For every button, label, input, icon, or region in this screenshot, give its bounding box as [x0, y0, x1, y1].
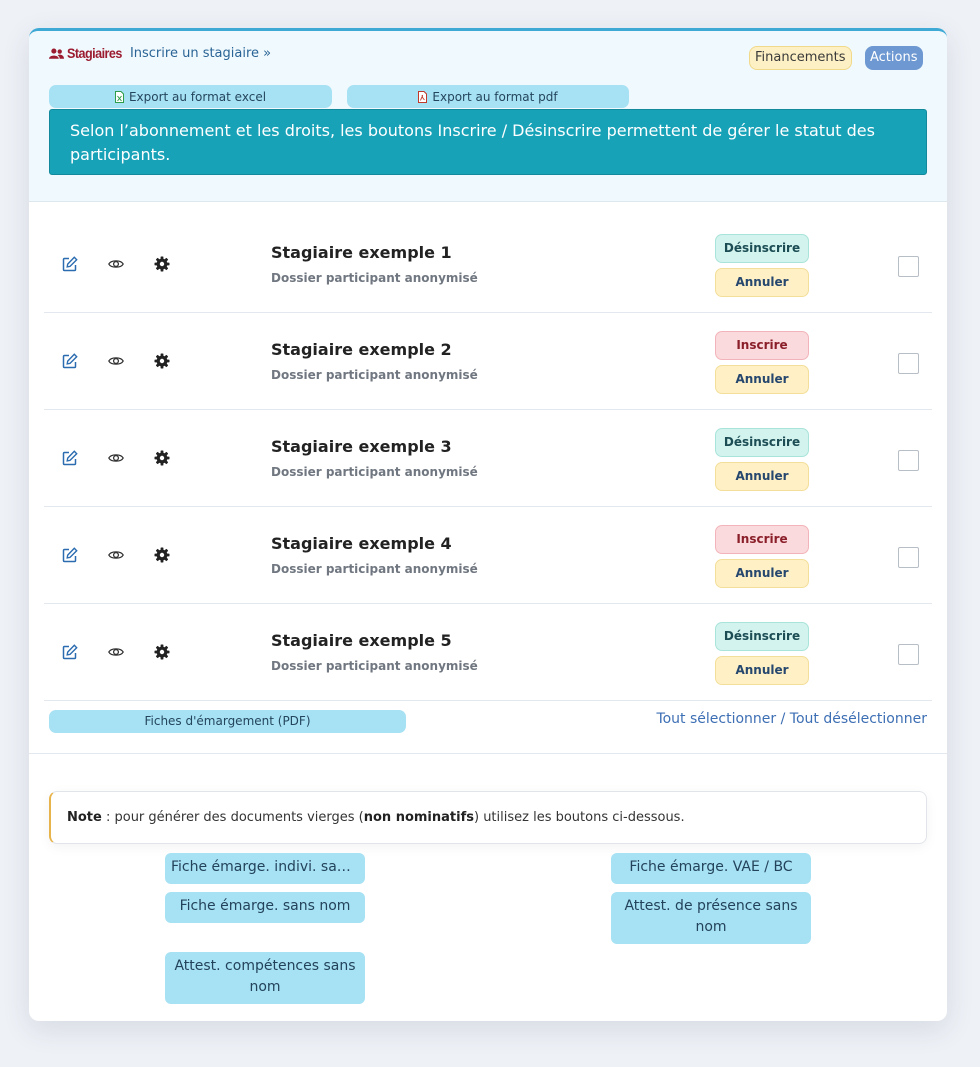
card-header: Stagiaires Inscrire un stagiaire » Finan… — [29, 31, 947, 202]
export-pdf-button[interactable]: Export au format pdf — [347, 85, 629, 108]
title-row: Stagiaires Inscrire un stagiaire » — [49, 45, 271, 61]
participant-subtitle: Dossier participant anonymisé — [271, 562, 478, 576]
note-prefix: Note — [67, 810, 102, 825]
gear-icon[interactable] — [154, 256, 170, 272]
financements-button[interactable]: Financements — [749, 46, 852, 70]
note-bold: non nominatifs — [363, 810, 474, 825]
blank-vae-bc-sheet-button[interactable]: Fiche émarge. VAE / BC — [611, 853, 811, 884]
blank-individual-sheet-button[interactable]: Fiche émarge. indivi. sans nom — [165, 853, 365, 884]
participant-row-3: Stagiaire exemple 3 Dossier participant … — [44, 410, 932, 507]
cancel-button[interactable]: Annuler — [715, 268, 809, 297]
eye-icon[interactable] — [108, 256, 124, 272]
participant-name: Stagiaire exemple 2 — [271, 340, 452, 359]
note-box: Note : pour générer des documents vierge… — [49, 791, 927, 844]
subscribe-button[interactable]: Inscrire — [715, 525, 809, 554]
cancel-button[interactable]: Annuler — [715, 365, 809, 394]
unsubscribe-button[interactable]: Désinscrire — [715, 428, 809, 457]
row-checkbox[interactable] — [898, 256, 919, 277]
unsubscribe-button[interactable]: Désinscrire — [715, 622, 809, 651]
edit-icon[interactable] — [62, 644, 78, 660]
export-excel-label: Export au format excel — [128, 89, 267, 104]
gear-icon[interactable] — [154, 450, 170, 466]
unsubscribe-button[interactable]: Désinscrire — [715, 234, 809, 263]
blank-sheet-button[interactable]: Fiche émarge. sans nom — [165, 892, 365, 923]
participant-row-5: Stagiaire exemple 5 Dossier participant … — [44, 604, 932, 701]
participants-card: Stagiaires Inscrire un stagiaire » Finan… — [29, 28, 947, 1021]
select-all-link[interactable]: Tout sélectionner / Tout désélectionner — [656, 711, 927, 727]
row-checkbox[interactable] — [898, 644, 919, 665]
eye-icon[interactable] — [108, 450, 124, 466]
info-banner: Selon l’abonnement et les droits, les bo… — [49, 109, 927, 175]
subscribe-trainee-link[interactable]: Inscrire un stagiaire » — [130, 46, 271, 61]
blank-skills-attestation-button[interactable]: Attest. compétences sans nom — [165, 952, 365, 1004]
actions-button[interactable]: Actions — [865, 46, 923, 70]
users-icon — [49, 48, 64, 59]
attendance-sheets-pdf-button[interactable]: Fiches d'émargement (PDF) — [49, 710, 406, 733]
page-title: Stagiaires — [67, 45, 122, 61]
note-text-after: ) utilisez les boutons ci-dessous. — [473, 810, 685, 825]
edit-icon[interactable] — [62, 353, 78, 369]
participant-subtitle: Dossier participant anonymisé — [271, 368, 478, 382]
participants-list: Stagiaire exemple 1 Dossier participant … — [44, 216, 932, 701]
participant-subtitle: Dossier participant anonymisé — [271, 271, 478, 285]
edit-icon[interactable] — [62, 547, 78, 563]
cancel-button[interactable]: Annuler — [715, 656, 809, 685]
gear-icon[interactable] — [154, 353, 170, 369]
blank-presence-attestation-button[interactable]: Attest. de présence sans nom — [611, 892, 811, 944]
participant-name: Stagiaire exemple 3 — [271, 437, 452, 456]
eye-icon[interactable] — [108, 644, 124, 660]
participant-name: Stagiaire exemple 4 — [271, 534, 452, 553]
participant-row-4: Stagiaire exemple 4 Dossier participant … — [44, 507, 932, 604]
edit-icon[interactable] — [62, 256, 78, 272]
row-checkbox[interactable] — [898, 353, 919, 374]
eye-icon[interactable] — [108, 353, 124, 369]
eye-icon[interactable] — [108, 547, 124, 563]
cancel-button[interactable]: Annuler — [715, 559, 809, 588]
participant-name: Stagiaire exemple 5 — [271, 631, 452, 650]
participant-subtitle: Dossier participant anonymisé — [271, 465, 478, 479]
gear-icon[interactable] — [154, 547, 170, 563]
row-checkbox[interactable] — [898, 547, 919, 568]
file-pdf-icon — [418, 90, 428, 103]
edit-icon[interactable] — [62, 450, 78, 466]
note-text-before: : pour générer des documents vierges ( — [101, 810, 364, 825]
participant-subtitle: Dossier participant anonymisé — [271, 659, 478, 673]
subscribe-button[interactable]: Inscrire — [715, 331, 809, 360]
participant-name: Stagiaire exemple 1 — [271, 243, 452, 262]
gear-icon[interactable] — [154, 644, 170, 660]
export-excel-button[interactable]: Export au format excel — [49, 85, 332, 108]
row-checkbox[interactable] — [898, 450, 919, 471]
export-pdf-label: Export au format pdf — [432, 89, 558, 104]
section-divider — [29, 753, 947, 754]
participant-row-2: Stagiaire exemple 2 Dossier participant … — [44, 313, 932, 410]
file-excel-icon — [114, 90, 124, 103]
participant-row-1: Stagiaire exemple 1 Dossier participant … — [44, 216, 932, 313]
cancel-button[interactable]: Annuler — [715, 462, 809, 491]
